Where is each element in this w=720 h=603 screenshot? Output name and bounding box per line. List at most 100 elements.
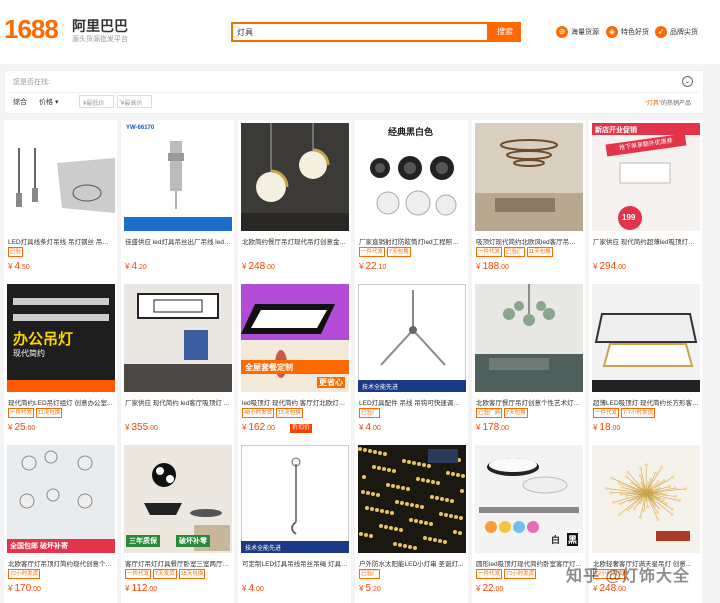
product-price: ¥4.00 <box>359 422 381 433</box>
product-tags: 一件代发 7天包换 <box>359 247 411 257</box>
product-image[interactable]: 全国包邮 破坏补寄 <box>7 445 115 553</box>
service-tag: 已验厂 <box>504 247 525 257</box>
product-title[interactable]: LED灯具线条灯吊线 吊灯钢丝 吊灯吊线 线... <box>8 236 114 246</box>
product-card[interactable]: 技术全能先进 可定制LED灯具吊线吊丝吊绳 灯具配件... ¥4.00 <box>238 442 351 603</box>
search-input[interactable]: 灯具 <box>231 22 489 42</box>
product-title[interactable]: 可定制LED灯具吊线吊丝吊绳 灯具配件... <box>242 558 348 568</box>
product-card[interactable]: 办公吊灯 现代简约 现代简约LED吊灯组灯 创意办公室... 一件代发 11天包换 ¥25… <box>4 281 117 442</box>
product-title[interactable]: 佳盛供应 led灯具吊丝出厂吊线 led不锈钢丝... <box>125 236 231 246</box>
service-tag: 一件代发 <box>476 569 503 579</box>
product-price: ¥4.50 <box>8 261 30 272</box>
product-grid: LED灯具线条灯吊线 吊灯钢丝 吊灯吊线 线...已验 ¥4.50 YW-66170… <box>4 120 704 603</box>
discount-badge: 折扣价 <box>290 424 313 433</box>
product-title[interactable]: LED灯具配件 吊线 吊钩可快速调节吊链... <box>359 397 465 407</box>
product-tags: 48小时发货 15天包换 <box>242 408 303 418</box>
product-price: ¥162.00 <box>242 422 275 433</box>
product-image[interactable] <box>358 445 466 553</box>
product-card[interactable]: YW-66170 佳盛供应 led灯具吊丝出厂吊线 led不锈钢丝... ¥4.20 <box>121 120 234 281</box>
filter-divider <box>9 92 699 93</box>
cart-icon: ⊕ <box>556 26 568 38</box>
logo-1688[interactable]: 1688 <box>4 14 59 45</box>
product-price: ¥22.10 <box>359 261 387 272</box>
header-link-brand-goods[interactable]: ➶ 品牌尖货 <box>655 24 698 40</box>
product-card[interactable]: 技术全能先进 LED灯具配件 吊线 吊钩可快速调节吊链...已验厂 ¥4.00 <box>355 281 468 442</box>
service-tag: 7天包换 <box>504 408 528 418</box>
product-image[interactable] <box>475 284 583 392</box>
product-card[interactable]: 新店开业促销 抢下单享额外优惠券 199 厂家供应 现代简约超薄led吸顶灯客厅...… <box>589 120 702 281</box>
product-price: ¥18.00 <box>593 422 621 433</box>
service-tag: 7天包换 <box>387 247 411 257</box>
product-card[interactable]: 户外防水太阳能LED小灯串 圣诞灯... 已验厂 ¥5.20 <box>355 442 468 603</box>
product-title[interactable]: 厂家供应 现代简约 led客厅吸顶灯 ... <box>125 397 231 407</box>
product-price: ¥5.20 <box>359 583 381 594</box>
product-tags: 一件代发 7-7小时发货 <box>593 408 655 418</box>
product-tags: 已验厂商 7天包换 <box>476 408 528 418</box>
product-tags: 一件代发 7天发货 15天包换 <box>125 569 206 579</box>
product-image[interactable]: YW-66170 <box>124 123 232 231</box>
product-image[interactable]: 技术全能先进 <box>241 445 349 553</box>
product-price: ¥112.00 <box>125 583 158 594</box>
product-image[interactable]: 技术全能先进 <box>358 284 466 392</box>
product-image[interactable] <box>124 284 232 392</box>
search-button[interactable]: 搜索 <box>489 22 521 42</box>
product-title[interactable]: led吸顶灯 现代简约 客厅灯北欧灯具... <box>242 397 348 407</box>
service-tag: 一件代发 <box>359 247 386 257</box>
product-price: ¥25.00 <box>8 422 36 433</box>
product-card[interactable]: 全国包邮 破坏补寄 北欧客厅灯吊顶灯简约现代创意个性... 72小时发货 ¥170.0… <box>4 442 117 603</box>
product-title[interactable]: 超薄LED吸顶灯 现代简约长方形客厅灯... <box>593 397 699 407</box>
header-link-special-goods[interactable]: ◈ 特色好货 <box>606 24 649 40</box>
product-title[interactable]: 现代简约LED吊灯组灯 创意办公室... <box>8 397 114 407</box>
product-card[interactable]: 吸顶灯现代简约北欧风led客厅吊灯 灯... 一件代发 已验厂 11天包换 ¥188.0… <box>472 120 585 281</box>
header-link-volume-source[interactable]: ⊕ 海量货源 <box>556 24 599 40</box>
service-tag: 7-7小时发货 <box>621 408 655 418</box>
rocket-icon: ➶ <box>655 26 667 38</box>
product-card[interactable]: 厂家供应 现代简约 led客厅吸顶灯 ... ¥355.00 <box>121 281 234 442</box>
product-card[interactable]: 三年质保 破坏补零客厅灯吊灯灯具餐厅卧室三室两厅套... 一件代发 7天发货 15天包换… <box>121 442 234 603</box>
product-image[interactable] <box>592 445 700 553</box>
product-image[interactable] <box>7 123 115 231</box>
product-image[interactable] <box>592 284 700 392</box>
product-image[interactable]: 新店开业促销 抢下单享额外优惠券 199 <box>592 123 700 231</box>
product-image[interactable]: 经典黑白色 <box>358 123 466 231</box>
product-image[interactable]: 办公吊灯 现代简约 <box>7 284 115 392</box>
product-card[interactable]: LED灯具线条灯吊线 吊灯钢丝 吊灯吊线 线...已验 ¥4.50 <box>4 120 117 281</box>
service-tag: 一件代发 <box>593 408 620 418</box>
hot-products-label: "灯具"的热销产品 <box>644 101 691 107</box>
service-tag: 已验厂商 <box>476 408 503 418</box>
category-hint: 您是否在找: <box>13 79 50 86</box>
sort-price[interactable]: 价格 ▾ <box>39 97 58 107</box>
service-tag: 48小时发货 <box>242 408 275 418</box>
product-title[interactable]: 北欧客厅灯吊顶灯简约现代创意个性... <box>8 558 114 568</box>
product-image[interactable]: 全屋套餐定制 更省心 <box>241 284 349 392</box>
product-title[interactable]: 北欧简约餐厅吊灯现代吊灯创意金属客厅卧室... <box>242 236 348 246</box>
service-tag: 7天发货 <box>153 569 177 579</box>
product-title[interactable]: 吸顶灯现代简约北欧风led客厅吊灯 灯... <box>476 236 582 246</box>
product-price: ¥4.20 <box>125 261 147 272</box>
logo-alibaba-text[interactable]: 阿里巴巴 <box>72 16 128 36</box>
product-tags: 72小时发货 <box>8 569 41 579</box>
price-max-input[interactable]: ¥最高价 <box>117 95 152 108</box>
product-title[interactable]: 客厅灯吊灯灯具餐厅卧室三室两厅套... <box>125 558 231 568</box>
product-title[interactable]: 户外防水太阳能LED小灯串 圣诞灯... <box>359 558 465 568</box>
product-card[interactable]: 经典黑白色厂家直销射灯防眩筒灯led工程照明天花灯...一件代发7天包换¥22.… <box>355 120 468 281</box>
product-image[interactable] <box>241 123 349 231</box>
sort-default[interactable]: 综合 <box>13 97 27 107</box>
product-price: ¥355.00 <box>125 422 158 433</box>
price-min-input[interactable]: ¥最低价 <box>79 95 114 108</box>
product-image[interactable]: 三年质保 破坏补零 <box>124 445 232 553</box>
service-tag: 一件代发 <box>476 247 503 257</box>
product-image[interactable] <box>475 123 583 231</box>
product-title[interactable]: 北欧客厅餐厅吊灯创意个性艺术灯具... <box>476 397 582 407</box>
product-price: ¥188.00 <box>476 261 509 272</box>
filter-bar: 您是否在找: ⌄ 综合 价格 ▾ ¥最低价 - ¥最高价 "灯具"的热销产品 <box>4 70 704 114</box>
product-price: ¥294.00 <box>593 261 626 272</box>
product-title[interactable]: 厂家直销射灯防眩筒灯led工程照明天花灯... <box>359 236 465 246</box>
product-title[interactable]: 厂家供应 现代简约超薄led吸顶灯客厅... <box>593 236 699 246</box>
product-image[interactable]: 白黑 <box>475 445 583 553</box>
chevron-down-icon[interactable]: ⌄ <box>682 76 693 87</box>
product-card[interactable]: 北欧客厅餐厅吊灯创意个性艺术灯具... 已验厂商 7天包换 ¥178.00 <box>472 281 585 442</box>
product-card[interactable]: 全屋套餐定制 更省心 led吸顶灯 现代简约 客厅灯北欧灯具... 48小时发货 15天… <box>238 281 351 442</box>
product-card[interactable]: 北欧简约餐厅吊灯现代吊灯创意金属客厅卧室... ¥248.00 <box>238 120 351 281</box>
product-card[interactable]: 超薄LED吸顶灯 现代简约长方形客厅灯... 一件代发 7-7小时发货 ¥18.00 <box>589 281 702 442</box>
watermark: 知乎 @灯饰大全 <box>566 568 691 585</box>
